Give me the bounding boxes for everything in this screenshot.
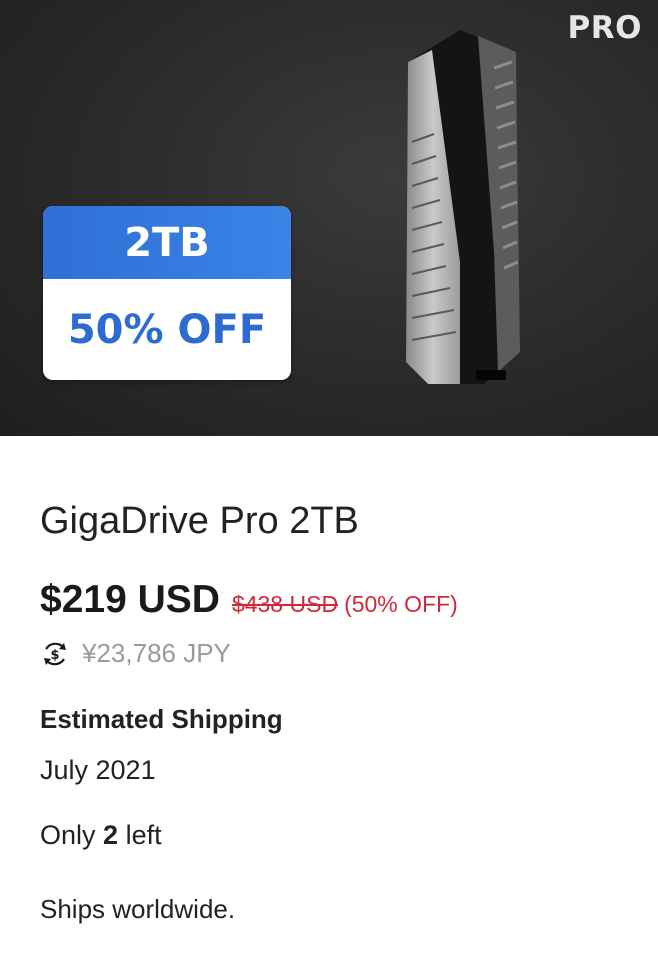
drive-product-image: [406, 30, 520, 384]
current-price: $219 USD: [40, 578, 220, 621]
discount-badge: 2TB 50% OFF: [43, 206, 291, 380]
product-hero-image: PRO 2TB 50% OFF: [0, 0, 658, 436]
price-row: $219 USD $438 USD (50% OFF): [40, 578, 458, 622]
pro-tag: PRO: [567, 10, 642, 46]
badge-capacity: 2TB: [43, 206, 291, 279]
converted-price-row: $ ¥23,786 JPY: [40, 638, 231, 669]
product-title: GigaDrive Pro 2TB: [40, 500, 359, 542]
ships-worldwide-note: Ships worldwide.: [40, 894, 236, 924]
discount-percentage: (50% OFF): [344, 591, 458, 617]
stock-prefix: Only: [40, 820, 96, 850]
stock-count: 2: [103, 820, 119, 850]
svg-text:$: $: [50, 648, 59, 663]
stock-remaining: Only 2 left: [40, 820, 162, 851]
currency-exchange-icon: $: [44, 642, 66, 665]
shipping-date: July 2021: [40, 755, 156, 785]
converted-price: ¥23,786 JPY: [82, 638, 231, 668]
shipping-label: Estimated Shipping: [40, 704, 283, 734]
original-price: $438 USD: [231, 591, 339, 617]
stock-suffix: left: [125, 820, 162, 850]
badge-discount: 50% OFF: [67, 306, 267, 353]
